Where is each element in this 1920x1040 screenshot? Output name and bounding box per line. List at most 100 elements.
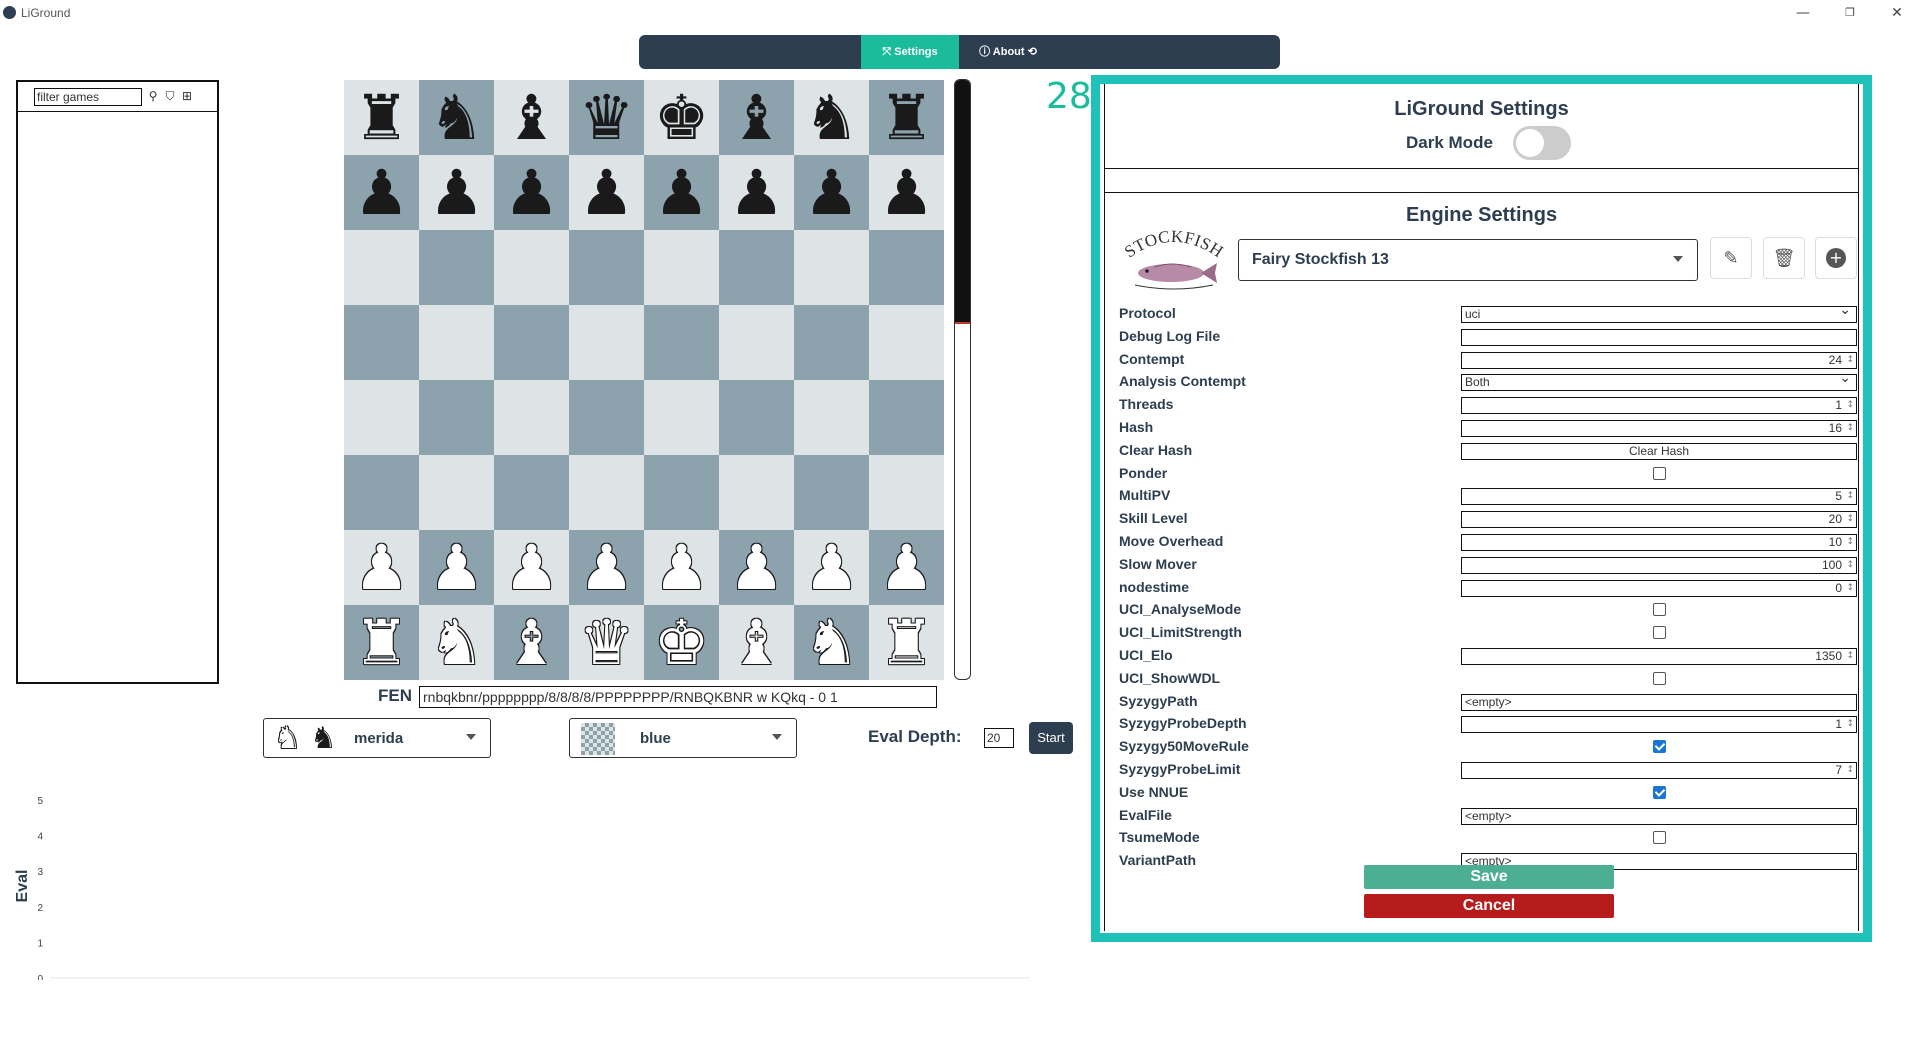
white-pawn-piece[interactable]: ♟ <box>504 530 560 605</box>
board-square[interactable] <box>719 230 794 305</box>
option-input-evalfile[interactable]: <empty> <box>1461 807 1857 825</box>
board-square[interactable] <box>344 380 419 455</box>
delete-engine-button[interactable]: 🗑 <box>1763 237 1805 279</box>
black-bishop-piece[interactable]: ♝ <box>729 80 785 155</box>
board-square[interactable]: ♛ <box>569 80 644 155</box>
add-game-icon[interactable]: ⊞ <box>179 88 195 104</box>
black-pawn-piece[interactable]: ♟ <box>354 155 410 230</box>
piece-set-select[interactable]: ♞ ♞ merida <box>263 718 491 758</box>
white-queen-piece[interactable]: ♛ <box>579 605 635 680</box>
board-square[interactable]: ♟ <box>494 155 569 230</box>
board-square[interactable] <box>644 230 719 305</box>
board-square[interactable]: ♝ <box>719 80 794 155</box>
board-square[interactable]: ♚ <box>644 80 719 155</box>
black-pawn-piece[interactable]: ♟ <box>804 155 860 230</box>
edit-engine-button[interactable]: ✎ <box>1710 237 1752 279</box>
filter-games-input[interactable] <box>34 88 142 106</box>
black-knight-piece[interactable]: ♞ <box>804 80 860 155</box>
close-button[interactable]: ✕ <box>1874 2 1920 24</box>
black-pawn-piece[interactable]: ♟ <box>504 155 560 230</box>
fen-input[interactable] <box>419 686 937 708</box>
board-square[interactable] <box>419 305 494 380</box>
black-rook-piece[interactable]: ♜ <box>879 80 935 155</box>
board-square[interactable]: ♟ <box>869 530 944 605</box>
option-checkbox-tsumemode[interactable] <box>1653 831 1666 845</box>
white-knight-piece[interactable]: ♞ <box>429 605 485 680</box>
board-square[interactable] <box>794 305 869 380</box>
chessboard[interactable]: ♜ ♞ ♝ ♛ ♚ ♝ ♞ ♜ ♟ ♟ ♟ ♟ ♟ ♟ ♟ ♟ ♟ ♟ ♟ ♟ ♟ ♟ ♟ ♟ ♜ ♞ ♝ ♛ ♚ ♝ ♞ ♜ <box>344 80 944 680</box>
option-input-nodestime[interactable]: 0 <box>1461 579 1857 597</box>
board-square[interactable] <box>344 455 419 530</box>
board-square[interactable] <box>419 455 494 530</box>
board-square[interactable] <box>569 455 644 530</box>
board-square[interactable] <box>419 380 494 455</box>
add-engine-button[interactable]: + <box>1815 237 1857 279</box>
black-pawn-piece[interactable]: ♟ <box>729 155 785 230</box>
save-button[interactable]: Save <box>1364 865 1614 889</box>
option-select-protocol[interactable]: uci <box>1461 303 1857 323</box>
maximize-button[interactable]: ❐ <box>1827 2 1873 24</box>
eval-depth-input[interactable] <box>984 728 1014 748</box>
option-input-debug-log-file[interactable] <box>1461 328 1857 346</box>
board-square[interactable] <box>644 380 719 455</box>
board-square[interactable]: ♟ <box>794 530 869 605</box>
option-button-clear-hash[interactable]: Clear Hash <box>1461 442 1857 460</box>
board-square[interactable] <box>794 230 869 305</box>
white-knight-piece[interactable]: ♞ <box>804 605 860 680</box>
board-square[interactable] <box>569 230 644 305</box>
nav-settings-tab[interactable]: ⤧ Settings <box>861 35 959 69</box>
black-knight-piece[interactable]: ♞ <box>429 80 485 155</box>
option-input-syzygypath[interactable]: <empty> <box>1461 693 1857 711</box>
black-pawn-piece[interactable]: ♟ <box>654 155 710 230</box>
board-square[interactable] <box>344 305 419 380</box>
board-square[interactable]: ♟ <box>644 155 719 230</box>
white-king-piece[interactable]: ♚ <box>654 605 710 680</box>
white-rook-piece[interactable]: ♜ <box>354 605 410 680</box>
search-icon[interactable]: ⚲ <box>145 88 161 104</box>
board-square[interactable]: ♞ <box>419 605 494 680</box>
black-pawn-piece[interactable]: ♟ <box>579 155 635 230</box>
black-queen-piece[interactable]: ♛ <box>579 80 635 155</box>
board-square[interactable]: ♟ <box>719 530 794 605</box>
board-square[interactable]: ♝ <box>719 605 794 680</box>
option-select-analysis-contempt[interactable]: Both <box>1461 371 1857 392</box>
black-pawn-piece[interactable]: ♟ <box>879 155 935 230</box>
start-button[interactable]: Start <box>1029 722 1073 754</box>
board-square[interactable]: ♟ <box>644 530 719 605</box>
board-square[interactable]: ♚ <box>644 605 719 680</box>
black-bishop-piece[interactable]: ♝ <box>504 80 560 155</box>
board-square[interactable]: ♜ <box>869 605 944 680</box>
board-square[interactable]: ♞ <box>794 80 869 155</box>
board-square[interactable] <box>794 455 869 530</box>
option-input-threads[interactable]: 1 <box>1461 397 1857 415</box>
board-square[interactable] <box>719 305 794 380</box>
board-square[interactable] <box>719 455 794 530</box>
white-pawn-piece[interactable]: ♟ <box>654 530 710 605</box>
board-square[interactable] <box>719 380 794 455</box>
option-input-syzygyprobedepth[interactable]: 1 <box>1461 716 1857 734</box>
board-square[interactable]: ♟ <box>344 530 419 605</box>
white-pawn-piece[interactable]: ♟ <box>354 530 410 605</box>
board-square[interactable]: ♟ <box>344 155 419 230</box>
board-square[interactable]: ♜ <box>344 80 419 155</box>
filter-icon[interactable]: ⛉ <box>162 88 178 104</box>
black-king-piece[interactable]: ♚ <box>654 80 710 155</box>
board-square[interactable]: ♟ <box>569 155 644 230</box>
white-bishop-piece[interactable]: ♝ <box>729 605 785 680</box>
white-pawn-piece[interactable]: ♟ <box>804 530 860 605</box>
dark-mode-toggle[interactable] <box>1513 126 1571 160</box>
option-input-multipv[interactable]: 5 <box>1461 488 1857 506</box>
board-square[interactable]: ♜ <box>344 605 419 680</box>
board-square[interactable]: ♟ <box>419 155 494 230</box>
option-checkbox-uci-showwdl[interactable] <box>1653 671 1666 685</box>
board-square[interactable]: ♟ <box>569 530 644 605</box>
option-checkbox-uci-limitstrength[interactable] <box>1653 626 1666 640</box>
black-pawn-piece[interactable]: ♟ <box>429 155 485 230</box>
board-square[interactable] <box>869 230 944 305</box>
board-square[interactable] <box>569 305 644 380</box>
option-checkbox-uci-analysemode[interactable] <box>1653 603 1666 617</box>
board-square[interactable]: ♞ <box>794 605 869 680</box>
board-theme-select[interactable]: blue <box>569 718 797 758</box>
white-bishop-piece[interactable]: ♝ <box>504 605 560 680</box>
white-pawn-piece[interactable]: ♟ <box>879 530 935 605</box>
